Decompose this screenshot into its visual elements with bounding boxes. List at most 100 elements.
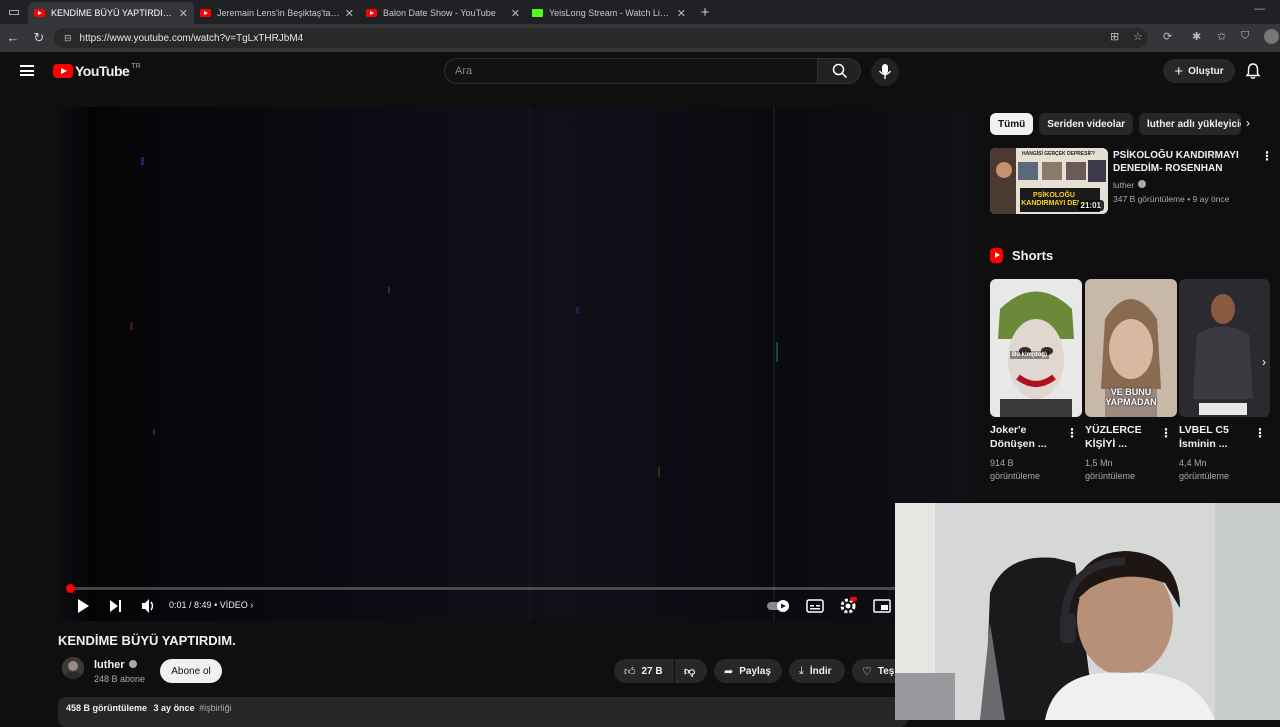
short-thumbnail-3[interactable] <box>1179 279 1270 417</box>
verified-badge-icon <box>1138 180 1147 188</box>
search-input[interactable]: Ara <box>444 58 818 84</box>
subscriber-count: 248 B abone <box>94 674 146 684</box>
view-count: 458 B görüntüleme <box>66 703 148 713</box>
tab-title: Balon Date Show - YouTube <box>383 8 496 18</box>
url-field[interactable]: ⊟ https://www.youtube.com/watch?v=TgLxTH… <box>54 28 1148 48</box>
thanks-heart-icon: ♡ <box>862 665 872 678</box>
youtube-logo[interactable]: YouTube TR <box>53 63 141 79</box>
shield-icon[interactable]: ⛉ <box>1241 30 1249 43</box>
avatar-image <box>62 657 84 679</box>
search-button[interactable] <box>817 58 861 84</box>
close-tab-icon[interactable]: ✕ <box>345 7 354 20</box>
thanks-button[interactable]: ♡ Teş <box>852 659 896 683</box>
thumbs-down-icon: 👎︎ <box>684 665 696 678</box>
short-thumbnail-2[interactable]: VE BUNU YAPMADAN <box>1085 279 1177 417</box>
download-button[interactable]: ⤓ İndir <box>789 659 845 683</box>
recommended-thumbnail[interactable]: HANGİSİ GERÇEK DEPRESİF? PSİKOLOĞU KANDI… <box>990 148 1108 214</box>
extensions-puzzle-icon[interactable]: ✱ <box>1192 30 1201 43</box>
thumbnail-caption-top: HANGİSİ GERÇEK DEPRESİF? <box>1022 151 1096 157</box>
install-app-icon[interactable]: ⊞ <box>1110 30 1119 43</box>
notifications-bell-icon[interactable] <box>1244 62 1262 80</box>
progress-bar[interactable] <box>66 584 961 593</box>
channel-name[interactable]: luther <box>94 659 137 671</box>
more-options-icon[interactable]: ⋮ <box>1066 426 1078 440</box>
tab-title: KENDİME BÜYÜ YAPTIRDIM. - Yo <box>51 8 175 18</box>
short-title-1[interactable]: Joker'e Dönüşen ... <box>990 423 1060 451</box>
hashtag-link[interactable]: #işbirliği <box>199 703 232 713</box>
browser-tab-2[interactable]: Jeremain Lens'in Beşiktaş'taki ma ✕ <box>194 2 360 24</box>
filter-chips: Tümü Seriden videolar luther adlı yükley… <box>990 113 1247 135</box>
subtitles-icon[interactable] <box>806 599 824 613</box>
short-title-3[interactable]: LVBEL C5 İsminin ... <box>1179 423 1249 451</box>
chevron-right-icon[interactable]: › <box>250 600 253 610</box>
close-tab-icon[interactable]: ✕ <box>179 7 188 20</box>
miniplayer-icon[interactable] <box>873 599 891 613</box>
volume-icon[interactable] <box>140 598 158 614</box>
site-info-icon[interactable]: ⊟ <box>64 33 72 44</box>
close-tab-icon[interactable]: ✕ <box>677 7 686 20</box>
short-image <box>1179 279 1270 417</box>
verified-badge-icon <box>128 660 137 668</box>
tab-actions-icon[interactable]: ▭ <box>0 4 28 20</box>
url-text: https://www.youtube.com/watch?v=TgLxTHRJ… <box>79 32 304 44</box>
short-title-2[interactable]: YÜZLERCE KİŞİYİ ... <box>1085 423 1155 451</box>
chapter-label[interactable]: VİDEO <box>220 600 248 610</box>
short-overlay-text: Bu kim(doğ) <box>1010 351 1049 359</box>
browser-tab-3[interactable]: Balon Date Show - YouTube ✕ <box>360 2 526 24</box>
voice-search-button[interactable] <box>871 58 899 86</box>
share-button[interactable]: ➦ Paylaş <box>714 659 782 683</box>
youtube-header: YouTube TR Ara + Oluştur <box>0 52 1280 90</box>
kick-favicon-icon <box>532 9 543 17</box>
play-icon[interactable] <box>76 598 90 614</box>
subscribe-button[interactable]: Abone ol <box>160 659 222 683</box>
video-frame <box>58 107 971 621</box>
more-options-icon[interactable]: ⋮ <box>1261 149 1273 163</box>
chevron-right-icon[interactable]: › <box>1246 116 1250 130</box>
search-icon <box>832 63 848 79</box>
shorts-logo-icon <box>990 248 1003 263</box>
short-views-3: 4,4 Mn görüntüleme <box>1179 458 1230 481</box>
upload-date: 3 ay önce <box>153 703 195 713</box>
short-views-2: 1,5 Mn görüntüleme <box>1085 458 1136 481</box>
back-arrow-icon[interactable]: ← <box>0 30 26 45</box>
tab-title: YeisLong Stream - Watch Live on <box>549 8 673 18</box>
create-button[interactable]: + Oluştur <box>1163 59 1235 83</box>
settings-gear-icon[interactable] <box>839 596 857 614</box>
close-tab-icon[interactable]: ✕ <box>511 7 520 20</box>
favorites-icon[interactable]: ✩ <box>1217 30 1226 43</box>
chip-all[interactable]: Tümü <box>990 113 1034 135</box>
chevron-right-icon[interactable]: › <box>1262 355 1266 369</box>
channel-avatar[interactable] <box>62 657 84 679</box>
short-thumbnail-1[interactable]: Bu kim(doğ) <box>990 279 1082 417</box>
youtube-play-logo-icon <box>53 64 73 78</box>
shorts-title: Shorts <box>1012 248 1054 263</box>
scrubber-handle[interactable] <box>66 584 75 593</box>
time-display: 0:01 / 8:49 • VİDEO › <box>169 600 254 610</box>
reload-icon[interactable]: ↻ <box>26 30 52 46</box>
next-video-icon[interactable] <box>108 598 124 614</box>
autoplay-toggle-icon[interactable] <box>766 599 792 613</box>
recommended-title[interactable]: PSİKOLOĞU KANDIRMAYI DENEDİM- ROSENHAN D… <box>1113 149 1258 175</box>
minimize-icon[interactable]: — <box>1254 3 1265 15</box>
browser-tab-4[interactable]: YeisLong Stream - Watch Live on ✕ <box>526 2 692 24</box>
bookmark-star-icon[interactable]: ☆ <box>1133 30 1143 43</box>
browser-tab-1[interactable]: KENDİME BÜYÜ YAPTIRDIM. - Yo ✕ <box>28 2 194 24</box>
more-options-icon[interactable]: ⋮ <box>1254 426 1266 440</box>
menu-hamburger-icon[interactable] <box>20 65 34 76</box>
new-tab-icon[interactable]: + <box>692 4 718 21</box>
video-player[interactable]: 0:01 / 8:49 • VİDEO › <box>58 107 971 621</box>
short-image <box>990 279 1082 417</box>
profile-avatar[interactable] <box>1264 29 1279 44</box>
download-icon: ⤓ <box>799 664 804 677</box>
like-button[interactable]: 👍︎ 27 B <box>614 659 674 683</box>
browser-tab-bar: ▭ KENDİME BÜYÜ YAPTIRDIM. - Yo ✕ Jeremai… <box>0 0 1280 24</box>
more-options-icon[interactable]: ⋮ <box>1160 426 1172 440</box>
chip-uploader[interactable]: luther adlı yükleyicide <box>1139 113 1242 135</box>
description-box[interactable]: 458 B görüntüleme 3 ay önce #işbirliği <box>58 697 908 727</box>
recommended-channel[interactable]: luther <box>1113 180 1147 190</box>
dislike-button[interactable]: 👎︎ <box>675 659 707 683</box>
plus-icon: + <box>1174 62 1184 80</box>
chip-series[interactable]: Seriden videolar <box>1039 113 1134 135</box>
extension-icon[interactable]: ⟳ <box>1163 30 1172 43</box>
browser-address-bar: ← ↻ ⊟ https://www.youtube.com/watch?v=Tg… <box>0 24 1280 52</box>
